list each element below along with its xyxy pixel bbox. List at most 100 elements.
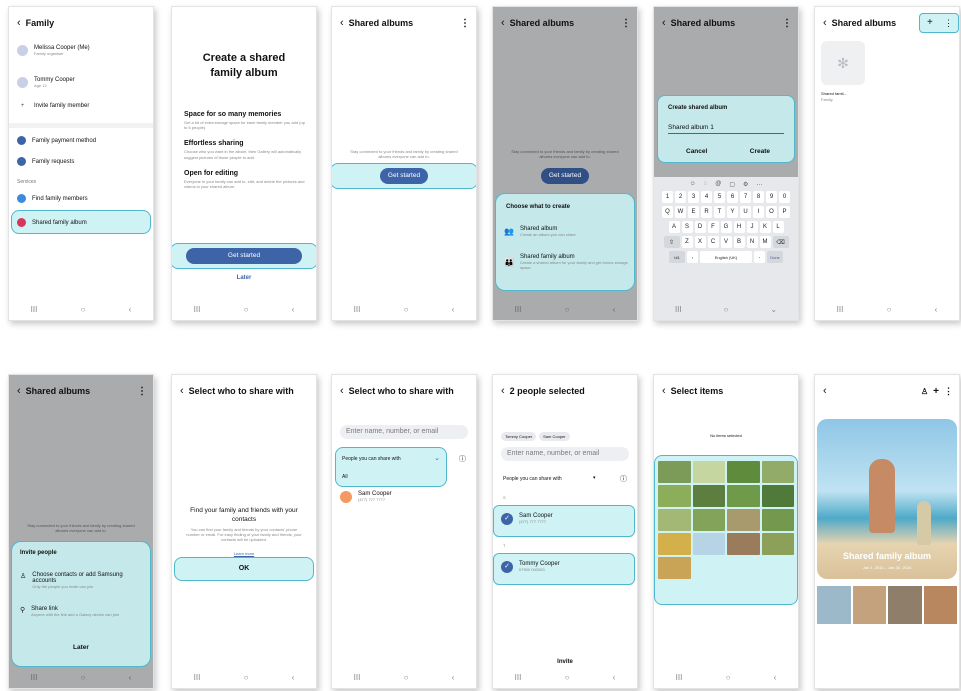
emoji-icon[interactable]: ☺ (690, 181, 696, 188)
home-button[interactable]: ○ (404, 673, 409, 682)
photo-thumbnail[interactable] (658, 485, 691, 507)
recents-button[interactable]: III (675, 305, 682, 314)
photo-thumbnail[interactable] (692, 485, 725, 507)
more-options-icon[interactable]: ⋮ (944, 386, 953, 397)
period-key[interactable]: . (754, 251, 765, 263)
photo-thumbnail[interactable] (888, 586, 922, 624)
more-options-icon[interactable]: ⋮ (460, 18, 470, 29)
key[interactable]: W (675, 206, 686, 218)
key[interactable]: 1 (662, 191, 673, 203)
photo-thumbnail[interactable] (761, 485, 794, 507)
cancel-button[interactable]: Cancel (686, 148, 707, 155)
back-icon[interactable]: ‹ (340, 385, 344, 397)
create-button[interactable]: Create (750, 148, 770, 155)
caret-down-icon[interactable]: ▾ (593, 475, 596, 481)
recents-button[interactable]: III (354, 305, 361, 314)
settings-icon[interactable]: ⚙ (743, 181, 748, 188)
later-link[interactable]: Later (172, 275, 316, 281)
key[interactable]: 5 (714, 191, 725, 203)
add-icon[interactable]: + (927, 17, 933, 28)
key[interactable]: V (720, 236, 732, 248)
photo-thumbnail[interactable] (692, 509, 725, 531)
photo-thumbnail[interactable] (658, 557, 691, 579)
album-thumbnail[interactable]: ✻ (821, 41, 865, 85)
photo-thumbnail[interactable] (761, 461, 794, 483)
photo-thumbnail[interactable] (692, 533, 725, 555)
back-icon[interactable]: ‹ (17, 385, 21, 397)
chip-tommy[interactable]: Tommy Cooper (501, 432, 537, 441)
key[interactable]: D (694, 221, 706, 233)
back-icon[interactable]: ‹ (340, 17, 344, 29)
shared-album-option[interactable]: 👥 Shared album Create an album you can sha… (504, 226, 628, 237)
contact-row[interactable]: ✓ Sam Cooper (477) 777 7777 (501, 513, 631, 525)
key[interactable]: 9 (766, 191, 777, 203)
recents-button[interactable]: III (676, 673, 683, 682)
recents-button[interactable]: III (194, 673, 201, 682)
home-button[interactable]: ○ (404, 305, 409, 314)
shared-family-album-option[interactable]: 👪 Shared family album Create a shared albu… (504, 254, 628, 270)
backspace-key[interactable]: ⌫ (772, 236, 789, 248)
chevron-down-icon[interactable]: ⌄ (434, 454, 440, 462)
key[interactable]: E (688, 206, 699, 218)
info-icon[interactable]: ⓘ (620, 474, 627, 484)
hide-keyboard-icon[interactable]: ⌄ (770, 305, 777, 314)
highlight-add[interactable] (919, 13, 959, 33)
key[interactable]: L (772, 221, 784, 233)
filter-label[interactable]: People you can share with (342, 456, 401, 462)
key[interactable]: X (694, 236, 706, 248)
key[interactable]: 2 (675, 191, 686, 203)
photo-thumbnail[interactable] (761, 509, 794, 531)
key[interactable]: 6 (727, 191, 738, 203)
key[interactable]: K (759, 221, 771, 233)
home-button[interactable]: ○ (726, 673, 731, 682)
back-icon[interactable]: ‹ (180, 385, 184, 397)
recents-button[interactable]: III (837, 305, 844, 314)
back-icon[interactable]: ‹ (501, 17, 505, 29)
get-started-button[interactable]: Get started (186, 248, 302, 264)
member-row[interactable]: Tommy Cooper Age 12 (17, 77, 147, 89)
key[interactable]: 3 (688, 191, 699, 203)
back-button[interactable]: ‹ (452, 673, 455, 682)
key[interactable]: Q (662, 206, 673, 218)
get-started-button[interactable]: Get started (380, 168, 428, 184)
key[interactable]: N (746, 236, 758, 248)
home-button[interactable]: ○ (565, 305, 570, 314)
home-button[interactable]: ○ (887, 305, 892, 314)
back-button[interactable]: ‹ (129, 673, 132, 682)
photo-thumbnail[interactable] (817, 586, 851, 624)
shift-key[interactable]: ⇧ (663, 236, 680, 248)
choose-contacts-option[interactable]: ♙ Choose contacts or add Samsung accounts… (20, 572, 144, 589)
back-button[interactable]: ‹ (452, 305, 455, 314)
more-options-icon[interactable]: ⋮ (782, 18, 792, 29)
home-button[interactable]: ○ (81, 305, 86, 314)
photo-thumbnail[interactable] (658, 509, 691, 531)
home-button[interactable]: ○ (244, 673, 249, 682)
key[interactable]: J (746, 221, 758, 233)
key[interactable]: Y (727, 206, 738, 218)
info-icon[interactable]: ⓘ (459, 454, 466, 464)
photo-thumbnail[interactable] (658, 461, 691, 483)
ok-button[interactable]: OK (172, 565, 316, 572)
gif-icon[interactable]: @ (715, 181, 721, 188)
search-input[interactable]: Enter name, number, or email (340, 425, 468, 439)
key[interactable]: T (714, 206, 725, 218)
key[interactable]: 7 (740, 191, 751, 203)
back-icon[interactable]: ‹ (17, 17, 21, 29)
search-input[interactable]: Enter name, number, or email (501, 447, 629, 461)
more-icon[interactable]: … (756, 181, 762, 188)
key[interactable]: A (668, 221, 680, 233)
key[interactable]: O (766, 206, 777, 218)
sticker-icon[interactable]: ◌ (704, 181, 708, 188)
recents-button[interactable]: III (31, 673, 38, 682)
key[interactable]: B (733, 236, 745, 248)
key[interactable]: F (707, 221, 719, 233)
recents-button[interactable]: III (354, 673, 361, 682)
share-link-option[interactable]: ⚲ Share link Anyone with the link and a Ga… (20, 606, 144, 617)
home-button[interactable]: ○ (724, 305, 729, 314)
add-icon[interactable]: + (933, 386, 939, 397)
key[interactable]: I (753, 206, 764, 218)
photo-thumbnail[interactable] (727, 509, 760, 531)
invite-people-icon[interactable]: ♙ (921, 387, 928, 396)
back-button[interactable]: ‹ (774, 673, 777, 682)
key[interactable]: M (759, 236, 771, 248)
